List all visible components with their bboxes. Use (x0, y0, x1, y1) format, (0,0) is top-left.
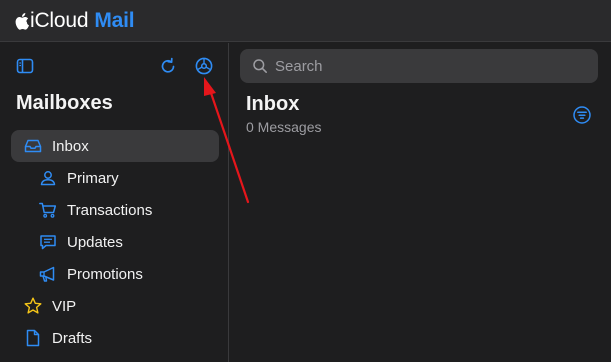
cart-icon (38, 200, 58, 220)
mailbox-title: Inbox (246, 93, 300, 115)
mailboxes-heading: Mailboxes (16, 92, 113, 114)
app-logo[interactable]: iCloud Mail (15, 8, 135, 33)
megaphone-icon (38, 264, 58, 284)
title-bar: iCloud Mail (0, 0, 611, 42)
app-title-mail: Mail (94, 8, 135, 32)
mailbox-label: Inbox (52, 137, 89, 155)
mailbox-drafts[interactable]: Drafts (0, 322, 229, 354)
star-icon (23, 296, 43, 316)
gear-icon (195, 57, 213, 75)
mailbox-label: Transactions (67, 201, 153, 219)
sidebar: Mailboxes Inbox Primary Transactions Upd… (0, 43, 229, 362)
sidebar-toggle-icon (16, 58, 34, 74)
message-bubble-icon (38, 232, 58, 252)
document-icon (23, 328, 43, 348)
inbox-tray-icon (23, 136, 43, 156)
refresh-button[interactable] (157, 55, 179, 77)
message-list-pane: Inbox 0 Messages (230, 43, 611, 362)
settings-button[interactable] (193, 55, 215, 77)
search-input[interactable] (275, 57, 575, 75)
message-count: 0 Messages (246, 119, 322, 135)
mailbox-promotions[interactable]: Promotions (0, 258, 229, 290)
apple-logo-icon (15, 12, 29, 30)
search-bar[interactable] (240, 49, 598, 83)
mailbox-label: Promotions (67, 265, 143, 283)
mailbox-updates[interactable]: Updates (0, 226, 229, 258)
sidebar-toolbar (0, 43, 229, 89)
mailbox-vip[interactable]: VIP (0, 290, 229, 322)
mailbox-list: Inbox Primary Transactions Updates Promo… (0, 130, 229, 354)
person-icon (38, 168, 58, 188)
mailbox-label: Updates (67, 233, 123, 251)
mailbox-primary[interactable]: Primary (0, 162, 229, 194)
icloud-mail-app: iCloud Mail Mailboxes Inbox Primary Tran… (0, 0, 611, 362)
filter-icon[interactable] (572, 105, 592, 125)
toggle-sidebar-button[interactable] (14, 55, 36, 77)
mailbox-label: Primary (67, 169, 119, 187)
search-icon (253, 59, 267, 73)
refresh-icon (161, 57, 175, 73)
mailbox-inbox[interactable]: Inbox (11, 130, 219, 162)
mailbox-label: VIP (52, 297, 77, 315)
app-title-icloud: iCloud (30, 8, 89, 32)
mailbox-transactions[interactable]: Transactions (0, 194, 229, 226)
mailbox-label: Drafts (52, 329, 93, 347)
